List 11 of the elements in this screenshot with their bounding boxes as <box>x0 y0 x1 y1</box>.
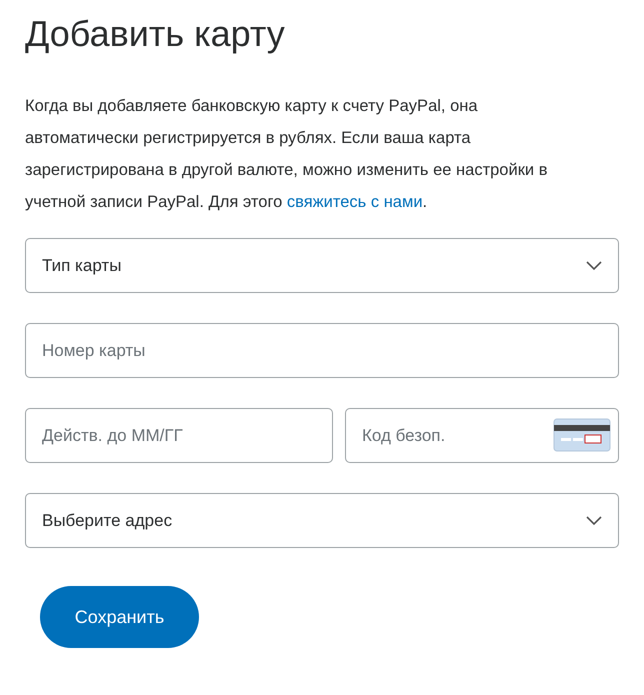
intro-paragraph: Когда вы добавляете банковскую карту к счету PayPal, она автоматически регистрируется в рублях. Если ваша карта зарегистрирована в другой валюте, можно изменить ее настройки в учетной записи PayPal. Для этого свяжитесь с нами. <box>25 96 548 213</box>
contact-link[interactable]: свяжитесь с нами <box>286 193 423 211</box>
save-button[interactable]: Сохранить <box>40 586 199 648</box>
dropdown-field[interactable]: Тип карты <box>25 238 619 293</box>
page-title: Добавить карту <box>25 12 286 56</box>
dropdown-field[interactable]: Выберите адрес <box>25 493 619 548</box>
input-field[interactable]: Номер карты <box>25 323 619 378</box>
chevron-down-icon <box>586 260 602 270</box>
chevron-down-icon <box>586 516 602 526</box>
input-field[interactable]: Действ. до ММ/ГГ <box>25 408 333 463</box>
card-back-icon <box>553 418 611 452</box>
